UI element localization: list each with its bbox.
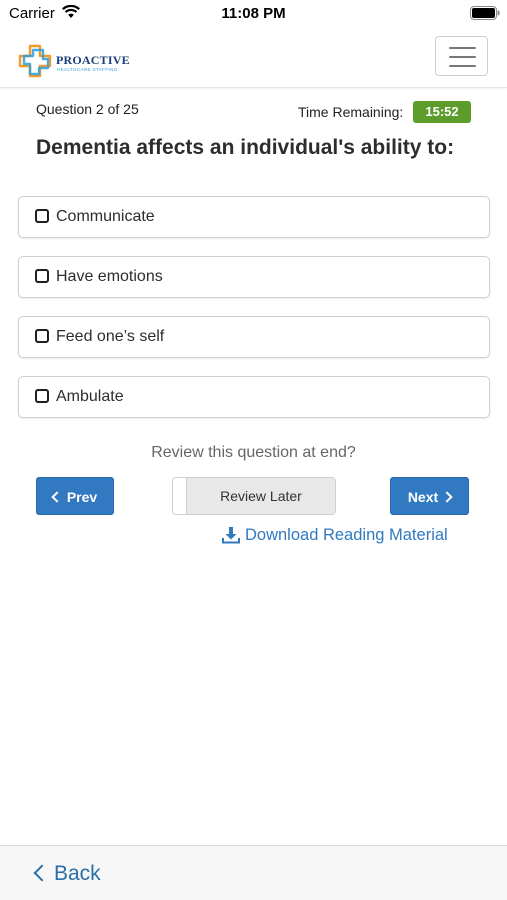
option-label: Have emotions [56,268,163,285]
download-label: Download Reading Material [245,526,448,544]
answer-option-have-emotions[interactable]: Have emotions [18,256,490,298]
next-label: Next [407,489,439,505]
next-button[interactable]: Next [390,477,469,515]
checkbox-icon[interactable] [35,329,49,343]
clock: 11:08 PM [221,5,286,22]
option-label: Communicate [56,208,155,225]
review-later-toggle[interactable]: Review Later [172,477,336,515]
hamburger-menu-icon [449,65,476,67]
time-remaining-label: Time Remaining: [298,104,404,120]
logo[interactable]: PROACTIVE HEALTHCARE STAFFING [18,44,138,80]
answer-option-communicate[interactable]: Communicate [18,196,490,238]
checkbox-icon[interactable] [35,269,49,283]
prev-button[interactable]: Prev [36,477,114,515]
question-counter: Question 2 of 25 [36,101,139,117]
option-label: Feed one’s self [56,328,165,345]
menu-button[interactable] [435,36,488,76]
hamburger-menu-icon [449,47,476,49]
review-later-label: Review Later [220,488,302,504]
logo-subtitle: HEALTHCARE STAFFING [57,67,118,72]
review-prompt: Review this question at end? [151,444,356,461]
checkbox-icon[interactable] [35,209,49,223]
back-label: Back [54,862,101,885]
answer-option-ambulate[interactable]: Ambulate [18,376,490,418]
logo-cross-icon [18,44,52,78]
prev-label: Prev [66,489,98,505]
question-text: Dementia affects an individual's ability… [36,136,455,159]
app-header: PROACTIVE HEALTHCARE STAFFING [0,26,507,88]
chevron-left-icon [51,491,63,503]
chevron-left-icon [33,864,51,882]
toggle-knob[interactable] [173,478,187,514]
logo-name: PROACTIVE [56,53,130,67]
option-label: Ambulate [56,388,124,405]
timer-badge: 15:52 [413,101,471,123]
hamburger-menu-icon [449,56,476,58]
chevron-right-icon [441,491,453,503]
download-icon [222,527,240,544]
battery-icon [470,6,500,20]
status-bar: Carrier 11:08 PM [0,0,507,26]
checkbox-icon[interactable] [35,389,49,403]
answer-option-feed-ones-self[interactable]: Feed one’s self [18,316,490,358]
bottom-toolbar: Back [0,845,507,900]
